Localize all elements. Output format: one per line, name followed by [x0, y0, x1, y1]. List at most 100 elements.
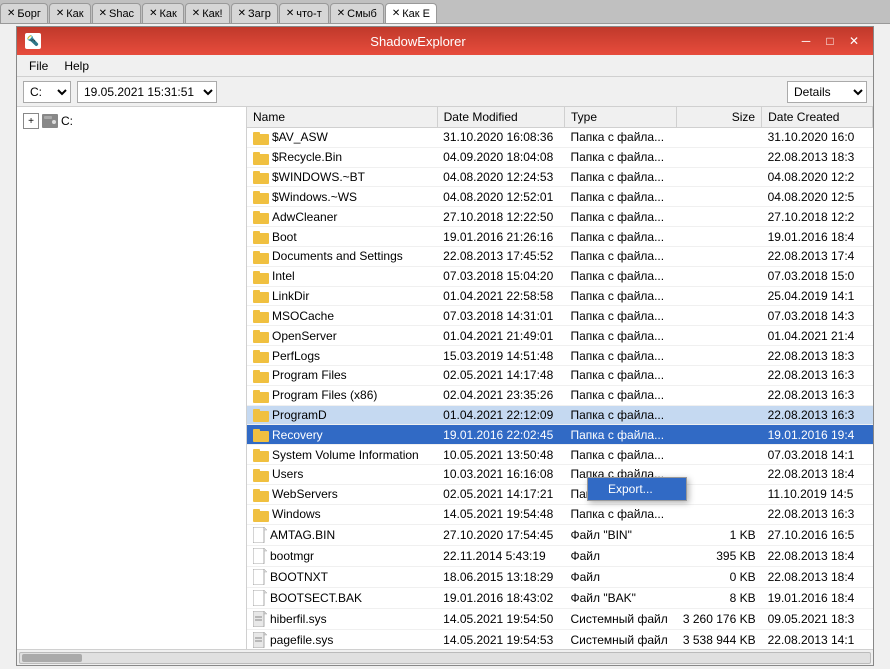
file-type: Папка с файла... — [565, 306, 677, 326]
file-name-cell: PerfLogs — [247, 346, 437, 366]
file-icon — [253, 611, 270, 627]
close-button[interactable]: ✕ — [843, 32, 865, 50]
col-name[interactable]: Name — [247, 107, 437, 128]
file-name-cell: System Volume Information — [247, 445, 437, 465]
tab-kak3[interactable]: ✕ Как! — [185, 3, 230, 23]
tab-borg[interactable]: ✕ Борг — [0, 3, 48, 23]
file-name-text: OpenServer — [272, 329, 337, 343]
file-icon — [253, 249, 272, 264]
file-icon — [253, 150, 272, 165]
file-type: Папка с файла... — [565, 504, 677, 524]
tab-shac[interactable]: ✕ Shac — [92, 3, 141, 23]
table-row[interactable]: Program Files (x86)02.04.2021 23:35:26Па… — [247, 385, 873, 405]
tree-item-c[interactable]: + C: — [21, 111, 242, 131]
table-row[interactable]: hiberfil.sys14.05.2021 19:54:50Системный… — [247, 608, 873, 629]
col-date-created[interactable]: Date Created — [762, 107, 873, 128]
horizontal-scrollbar[interactable] — [17, 649, 873, 665]
file-icon — [253, 269, 272, 284]
tab-kak2[interactable]: ✕ Как — [142, 3, 184, 23]
tab-close-x[interactable]: ✕ — [392, 8, 400, 19]
file-icon — [253, 447, 272, 462]
tab-close-x[interactable]: ✕ — [56, 8, 64, 19]
col-type[interactable]: Type — [565, 107, 677, 128]
file-name-cell: BOOTNXT — [247, 566, 437, 587]
file-name-cell: AdwCleaner — [247, 207, 437, 227]
tab-close-x[interactable]: ✕ — [192, 8, 200, 19]
minimize-button[interactable]: ─ — [795, 32, 817, 50]
table-row[interactable]: PerfLogs15.03.2019 14:51:48Папка с файла… — [247, 346, 873, 366]
tab-close-x[interactable]: ✕ — [7, 8, 15, 19]
file-date-modified: 02.05.2021 14:17:48 — [437, 365, 564, 385]
tab-kak1[interactable]: ✕ Как — [49, 3, 91, 23]
file-size — [677, 246, 762, 266]
table-row[interactable]: ProgramD01.04.2021 22:12:09Папка с файла… — [247, 405, 873, 425]
file-date-modified: 10.05.2021 13:50:48 — [437, 445, 564, 465]
tab-close-x[interactable]: ✕ — [238, 8, 246, 19]
tree-expand-icon[interactable]: + — [23, 113, 39, 129]
table-row[interactable]: $WINDOWS.~BT04.08.2020 12:24:53Папка с ф… — [247, 167, 873, 187]
drive-select[interactable]: C: — [23, 81, 71, 103]
file-table: Name Date Modified Type Size Date Create… — [247, 107, 873, 649]
table-row[interactable]: AdwCleaner27.10.2018 12:22:50Папка с фай… — [247, 207, 873, 227]
scrollbar-track[interactable] — [19, 652, 871, 664]
col-size[interactable]: Size — [677, 107, 762, 128]
file-panel[interactable]: Name Date Modified Type Size Date Create… — [247, 107, 873, 649]
file-size — [677, 227, 762, 247]
file-type: Системный файл — [565, 629, 677, 649]
file-type: Папка с файла... — [565, 266, 677, 286]
file-name-text: ProgramD — [272, 408, 327, 422]
table-row[interactable]: MSOCache07.03.2018 14:31:01Папка с файла… — [247, 306, 873, 326]
tab-close-x[interactable]: ✕ — [337, 8, 345, 19]
file-date-created: 27.10.2016 16:5 — [762, 524, 873, 545]
table-row[interactable]: $Recycle.Bin04.09.2020 18:04:08Папка с ф… — [247, 147, 873, 167]
file-name-text: bootmgr — [270, 549, 314, 563]
file-date-created: 22.08.2013 16:3 — [762, 504, 873, 524]
content-area: + C: Name Date Modified Typ — [17, 107, 873, 649]
table-row[interactable]: LinkDir01.04.2021 22:58:58Папка с файла.… — [247, 286, 873, 306]
tab-chto[interactable]: ✕ что-т — [279, 3, 329, 23]
file-date-modified: 27.10.2020 17:54:45 — [437, 524, 564, 545]
tab-close-x[interactable]: ✕ — [99, 8, 107, 19]
file-name-text: hiberfil.sys — [270, 612, 327, 626]
table-row[interactable]: OpenServer01.04.2021 21:49:01Папка с фай… — [247, 326, 873, 346]
col-date-modified[interactable]: Date Modified — [437, 107, 564, 128]
table-row[interactable]: $AV_ASW31.10.2020 16:08:36Папка с файла.… — [247, 128, 873, 148]
file-icon — [253, 229, 272, 244]
table-row[interactable]: Program Files02.05.2021 14:17:48Папка с … — [247, 365, 873, 385]
tab-smyb[interactable]: ✕ Смыб — [330, 3, 384, 23]
table-row[interactable]: WebServers02.05.2021 14:17:21Папка с фай… — [247, 484, 873, 504]
table-row[interactable]: Intel07.03.2018 15:04:20Папка с файла...… — [247, 266, 873, 286]
scrollbar-thumb[interactable] — [22, 654, 82, 662]
tab-shadowexplorer[interactable]: ✕ Как Е — [385, 3, 437, 23]
table-row[interactable]: pagefile.sys14.05.2021 19:54:53Системный… — [247, 629, 873, 649]
file-type: Папка с файла... — [565, 167, 677, 187]
table-row[interactable]: Recovery19.01.2016 22:02:45Папка с файла… — [247, 425, 873, 445]
table-row[interactable]: AMTAG.BIN27.10.2020 17:54:45Файл "BIN"1 … — [247, 524, 873, 545]
tab-zagr[interactable]: ✕ Загр — [231, 3, 278, 23]
table-row[interactable]: $Windows.~WS04.08.2020 12:52:01Папка с ф… — [247, 187, 873, 207]
table-row[interactable]: bootmgr22.11.2014 5:43:19Файл395 KB22.08… — [247, 545, 873, 566]
table-row[interactable]: Boot19.01.2016 21:26:16Папка с файла...1… — [247, 227, 873, 247]
view-select[interactable]: Details — [787, 81, 867, 103]
file-name-cell: $Windows.~WS — [247, 187, 437, 207]
menu-file[interactable]: File — [21, 57, 56, 75]
file-size — [677, 465, 762, 485]
table-row[interactable]: Users10.03.2021 16:16:08Папка с файла...… — [247, 465, 873, 485]
file-size — [677, 326, 762, 346]
tab-close-x[interactable]: ✕ — [286, 8, 294, 19]
table-row[interactable]: BOOTSECT.BAK19.01.2016 18:43:02Файл "BAK… — [247, 587, 873, 608]
table-row[interactable]: Windows14.05.2021 19:54:48Папка с файла.… — [247, 504, 873, 524]
tree-root-label: C: — [61, 114, 73, 128]
tab-close-x[interactable]: ✕ — [149, 8, 157, 19]
date-select[interactable]: 19.05.2021 15:31:51 — [77, 81, 217, 103]
file-date-modified: 07.03.2018 15:04:20 — [437, 266, 564, 286]
file-date-modified: 19.01.2016 21:26:16 — [437, 227, 564, 247]
table-row[interactable]: Documents and Settings22.08.2013 17:45:5… — [247, 246, 873, 266]
restore-button[interactable]: □ — [819, 32, 841, 50]
table-row[interactable]: BOOTNXT18.06.2015 13:18:29Файл0 KB22.08.… — [247, 566, 873, 587]
file-icon — [253, 388, 272, 403]
file-name-text: Boot — [272, 230, 297, 244]
context-menu-export[interactable]: Export... — [588, 478, 686, 500]
table-row[interactable]: System Volume Information10.05.2021 13:5… — [247, 445, 873, 465]
menu-help[interactable]: Help — [56, 57, 97, 75]
